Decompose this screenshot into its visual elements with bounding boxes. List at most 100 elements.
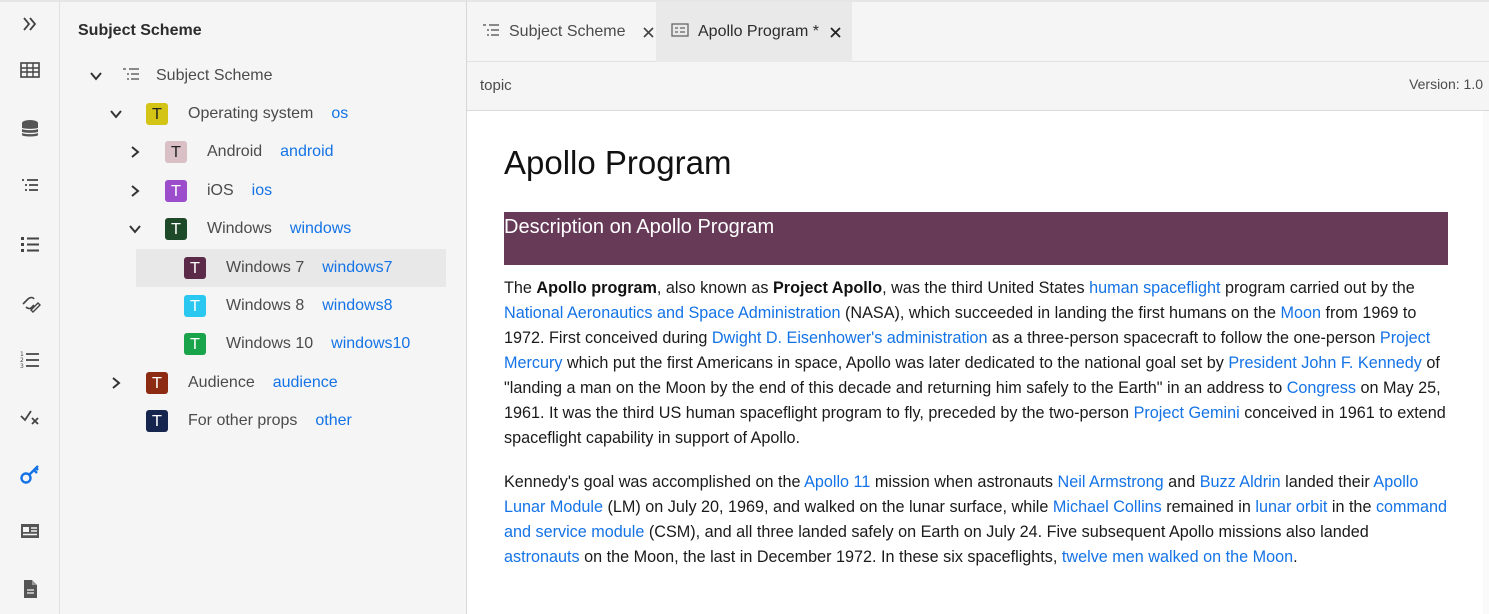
tree-node-windows7[interactable]: T Windows 7 windows7	[136, 249, 446, 287]
icon-rail: 123	[0, 0, 60, 614]
node-label: Windows 7	[226, 259, 305, 276]
chevron-right-icon[interactable]	[125, 181, 145, 201]
node-label: Windows	[207, 220, 272, 237]
node-key: os	[331, 105, 349, 122]
node-key: other	[315, 412, 352, 429]
subject-scheme-panel: Subject Scheme Subject Scheme T Operatin…	[60, 0, 467, 614]
expand-icon[interactable]	[14, 8, 46, 40]
node-key: windows7	[322, 259, 393, 276]
node-label: Windows 8	[226, 297, 305, 314]
tree-node-windows10[interactable]: T Windows 10 windows10	[184, 325, 410, 363]
close-icon[interactable]	[642, 26, 654, 38]
scrollbar[interactable]	[1483, 111, 1489, 614]
chevron-right-icon[interactable]	[125, 142, 145, 162]
check-cross-icon[interactable]	[14, 400, 46, 432]
tree-node-windows[interactable]: T Windows windows	[125, 210, 351, 248]
document-info-bar: topic Version: 1.0	[467, 62, 1489, 111]
chevron-down-icon[interactable]	[125, 219, 145, 239]
chevron-down-icon[interactable]	[86, 66, 106, 86]
tree-root-row[interactable]: Subject Scheme	[86, 57, 273, 95]
text: remained in	[1161, 498, 1256, 516]
text: .	[1293, 548, 1298, 566]
link[interactable]: Congress	[1287, 379, 1356, 397]
text: , also known as	[656, 279, 773, 297]
chevron-down-icon[interactable]	[106, 104, 126, 124]
node-key: audience	[272, 374, 338, 391]
text: mission when astronauts	[870, 473, 1058, 491]
link[interactable]: Neil Armstrong	[1058, 473, 1164, 491]
grid-icon[interactable]	[14, 54, 46, 86]
tab-bar: Subject Scheme Apollo Program *	[467, 0, 1489, 62]
version-label: Version: 1.0	[1409, 76, 1483, 92]
chevron-right-icon[interactable]	[106, 373, 126, 393]
tree-node-ios[interactable]: T iOS ios	[125, 172, 272, 210]
node-label: iOS	[207, 182, 234, 199]
link[interactable]: lunar orbit	[1255, 498, 1327, 516]
tree-node-other[interactable]: T For other props other	[146, 402, 352, 440]
link[interactable]: twelve men walked on the Moon	[1062, 548, 1293, 566]
bold-text: Project Apollo	[773, 279, 883, 297]
topic-doc-icon	[671, 22, 689, 42]
document-type-label: topic	[480, 77, 512, 94]
topic-badge-icon: T	[146, 103, 168, 125]
bullet-list-icon[interactable]	[14, 228, 46, 260]
node-key: ios	[251, 182, 273, 199]
text: (CSM), and all three landed safely on Ea…	[644, 523, 1369, 541]
id-card-icon[interactable]	[14, 515, 46, 547]
link[interactable]: Michael Collins	[1053, 498, 1162, 516]
text: Kennedy's goal was accomplished on the	[504, 473, 805, 491]
text: landed their	[1280, 473, 1374, 491]
topic-badge-icon: T	[165, 218, 187, 240]
link[interactable]: Dwight D. Eisenhower's administration	[712, 329, 988, 347]
text: which put the first Americans in space, …	[562, 354, 1229, 372]
paragraph-2: Kennedy's goal was accomplished on the A…	[504, 470, 1448, 570]
text: The	[504, 279, 537, 297]
node-key: android	[280, 143, 334, 160]
outline-list-icon[interactable]	[14, 170, 46, 202]
link[interactable]: Project Gemini	[1134, 404, 1240, 422]
node-key: windows8	[322, 297, 393, 314]
tree-node-android[interactable]: T Android android	[125, 133, 334, 171]
link[interactable]: astronauts	[504, 548, 580, 566]
node-label: Android	[207, 143, 263, 160]
link[interactable]: National Aeronautics and Space Administr…	[504, 304, 841, 322]
scheme-icon	[482, 23, 500, 42]
topic-badge-icon: T	[146, 372, 168, 394]
topic-badge-icon: T	[146, 410, 168, 432]
link[interactable]: Apollo 11	[804, 473, 870, 491]
link[interactable]: Buzz Aldrin	[1200, 473, 1281, 491]
tree-node-audience[interactable]: T Audience audience	[106, 364, 338, 402]
tab-label: Subject Scheme	[509, 23, 626, 40]
link-edit-icon[interactable]	[14, 286, 46, 318]
tab-apollo-program[interactable]: Apollo Program *	[656, 2, 852, 62]
link[interactable]: President John F. Kennedy	[1228, 354, 1421, 372]
key-icon[interactable]	[14, 458, 46, 490]
document-icon[interactable]	[14, 573, 46, 605]
document-title: Apollo Program	[504, 144, 732, 181]
node-label: Audience	[188, 374, 255, 391]
text: and	[1163, 473, 1200, 491]
node-key: windows	[289, 220, 352, 237]
topic-badge-icon: T	[184, 295, 206, 317]
text: program carried out by the	[1220, 279, 1415, 297]
text: (LM) on July 20, 1969, and walked on the…	[603, 498, 1053, 516]
tree-node-operating-system[interactable]: T Operating system os	[106, 95, 348, 133]
panel-title: Subject Scheme	[78, 22, 202, 39]
topic-badge-icon: T	[165, 141, 187, 163]
node-label: Operating system	[188, 105, 314, 122]
paragraph-1: The Apollo program, also known as Projec…	[504, 276, 1448, 451]
numbered-list-icon[interactable]: 123	[14, 343, 46, 375]
bold-text: Apollo program	[536, 279, 657, 297]
link[interactable]: Moon	[1281, 304, 1322, 322]
tab-subject-scheme[interactable]: Subject Scheme	[467, 2, 656, 62]
document-editor[interactable]: Apollo Program Description on Apollo Pro…	[467, 111, 1489, 614]
topic-badge-icon: T	[184, 333, 206, 355]
close-icon[interactable]	[830, 26, 841, 38]
text: as a three-person spacecraft to follow t…	[987, 329, 1380, 347]
node-key: windows10	[331, 335, 411, 352]
link[interactable]: human spaceflight	[1089, 279, 1220, 297]
tree-node-windows8[interactable]: T Windows 8 windows8	[184, 287, 393, 325]
svg-text:3: 3	[20, 363, 24, 370]
database-icon[interactable]	[14, 113, 46, 145]
text: (NASA), which succeeded in landing the f…	[840, 304, 1281, 322]
